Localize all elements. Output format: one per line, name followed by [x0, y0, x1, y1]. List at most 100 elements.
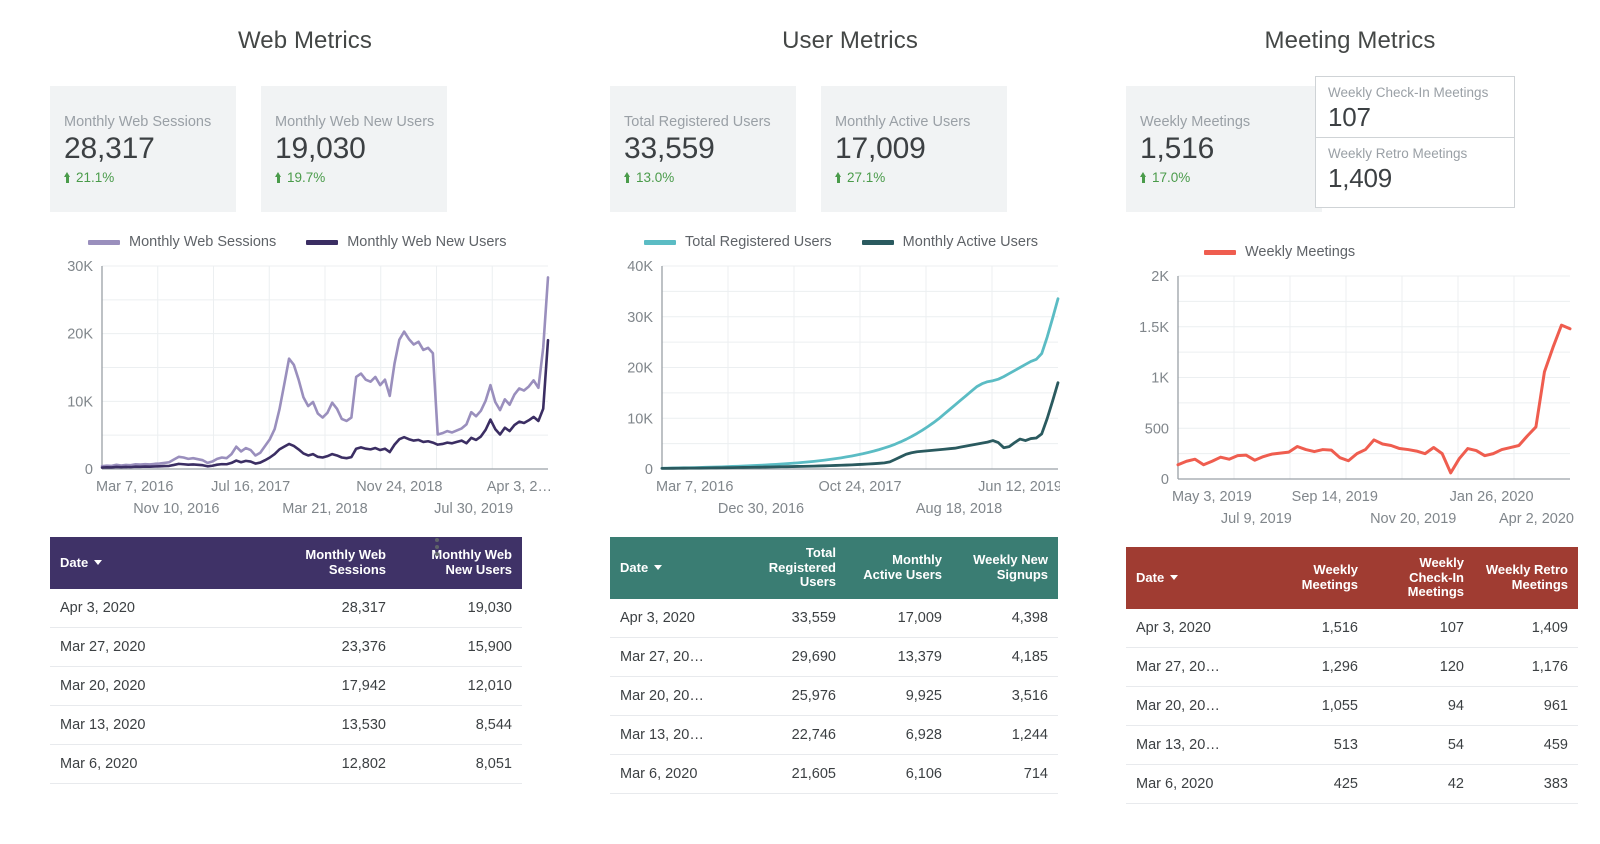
column-header-metric[interactable]: Weekly Retro Meetings	[1474, 547, 1578, 609]
cell-metric: 961	[1474, 686, 1578, 726]
panel-web-metrics: Web Metrics Monthly Web Sessions 28,317 …	[0, 0, 560, 844]
column-header-metric[interactable]: Weekly Meetings	[1256, 547, 1368, 609]
column-header-metric[interactable]: Monthly Web New Users	[396, 537, 522, 589]
scorecard-weekly-checkin-meetings[interactable]: Weekly Check-In Meetings 107	[1315, 76, 1515, 138]
column-header-date[interactable]: Date	[1126, 547, 1256, 609]
scorecard-row-user: Total Registered Users 33,559 13.0% Mont…	[610, 86, 1090, 212]
scorecard-monthly-web-new-users[interactable]: Monthly Web New Users 19,030 19.7%	[261, 86, 447, 212]
line-chart-svg: 0 10K 20K 30K 40K Mar 7, 2016 Dec 30, 2016 Oct …	[627, 259, 1060, 517]
column-header-date[interactable]: Date	[610, 537, 734, 599]
svg-text:Dec 30, 2016: Dec 30, 2016	[718, 501, 804, 517]
cell-date: Apr 3, 2020	[610, 598, 734, 638]
table-user-metrics[interactable]: Date Total Registered Users Monthly Active…	[610, 537, 1058, 794]
table-row[interactable]: Mar 13, 20… 22,746 6,928 1,244	[610, 715, 1058, 755]
table-row[interactable]: Mar 6, 2020 21,605 6,106 714	[610, 754, 1058, 794]
table-row[interactable]: Apr 3, 2020 33,559 17,009 4,398	[610, 598, 1058, 638]
legend-item[interactable]: Monthly Active Users	[861, 234, 1038, 250]
legend-item[interactable]: Total Registered Users	[644, 234, 832, 250]
table-row[interactable]: Mar 13, 2020 13,530 8,544	[50, 705, 522, 745]
cell-metric: 54	[1368, 725, 1474, 765]
arrow-up-icon	[1140, 172, 1147, 184]
chart-meeting-metrics[interactable]: 0 500 1K 1.5K 2K May 3, 2019 Jul 9, 2019 Sep 14…	[1126, 266, 1600, 531]
cell-metric: 513	[1256, 725, 1368, 765]
table-meeting-metrics[interactable]: Date Weekly Meetings Weekly Check-In Meeti…	[1126, 547, 1578, 804]
table-row[interactable]: Mar 20, 20… 1,055 94 961	[1126, 686, 1578, 726]
cell-date: Mar 6, 2020	[50, 744, 260, 784]
panel-meeting-metrics: Meeting Metrics Weekly Meetings 1,516 17…	[1090, 0, 1600, 844]
scorecard-value: 19,030	[275, 131, 366, 165]
sort-descending-icon[interactable]	[94, 559, 103, 565]
chart-legend-meeting: Weekly Meetings	[1126, 244, 1600, 260]
arrow-up-icon	[275, 172, 282, 184]
scorecard-value: 1,516	[1140, 131, 1215, 165]
cell-metric: 383	[1474, 764, 1578, 804]
cell-date: Mar 13, 20…	[1126, 725, 1256, 765]
svg-text:2K: 2K	[1151, 269, 1169, 285]
scorecard-label: Monthly Active Users	[835, 113, 971, 130]
table-header-row: Date Monthly Web Sessions Monthly Web New …	[50, 537, 522, 589]
scorecard-row-web: Monthly Web Sessions 28,317 21.1% Monthl…	[50, 86, 560, 212]
svg-text:May 3, 2019: May 3, 2019	[1172, 489, 1252, 505]
scorecard-delta-value: 13.0%	[636, 170, 675, 186]
sort-descending-icon[interactable]	[1170, 574, 1179, 580]
cell-metric: 714	[952, 754, 1058, 794]
table-row[interactable]: Mar 6, 2020 425 42 383	[1126, 764, 1578, 804]
table-row[interactable]: Mar 27, 20… 29,690 13,379 4,185	[610, 637, 1058, 677]
table-web-metrics-wrap: Date Monthly Web Sessions Monthly Web New …	[50, 537, 560, 784]
column-header-date[interactable]: Date	[50, 537, 260, 589]
cell-date: Mar 27, 20…	[1126, 647, 1256, 687]
column-header-metric[interactable]: Monthly Web Sessions	[260, 537, 396, 589]
table-row[interactable]: Mar 13, 20… 513 54 459	[1126, 725, 1578, 765]
legend-item[interactable]: Monthly Web New Users	[306, 234, 507, 250]
column-header-metric[interactable]: Monthly Active Users	[846, 537, 952, 599]
svg-text:0: 0	[645, 462, 653, 478]
column-header-metric[interactable]: Weekly New Signups	[952, 537, 1058, 599]
column-header-metric[interactable]: Total Registered Users	[734, 537, 846, 599]
table-web-metrics[interactable]: Date Monthly Web Sessions Monthly Web New …	[50, 537, 522, 784]
scorecard-label: Monthly Web New Users	[275, 113, 435, 130]
table-row[interactable]: Apr 3, 2020 28,317 19,030	[50, 589, 522, 628]
column-header-metric[interactable]: Weekly Check-In Meetings	[1368, 547, 1474, 609]
cell-metric: 1,409	[1474, 608, 1578, 648]
scorecard-delta: 17.0%	[1140, 170, 1322, 185]
legend-swatch-icon	[1204, 249, 1236, 255]
chart-user-metrics[interactable]: 0 10K 20K 30K 40K Mar 7, 2016 Dec 30, 2016 Oct …	[610, 256, 1090, 521]
scorecard-label: Weekly Meetings	[1140, 113, 1251, 130]
cell-date: Apr 3, 2020	[50, 589, 260, 628]
scorecard-weekly-retro-meetings[interactable]: Weekly Retro Meetings 1,409	[1315, 138, 1515, 208]
table-row[interactable]: Mar 20, 2020 17,942 12,010	[50, 666, 522, 706]
svg-text:Apr 3, 2…: Apr 3, 2…	[487, 479, 550, 495]
scorecard-row-meeting: Weekly Meetings 1,516 17.0% Weekly Check…	[1126, 76, 1600, 212]
chart-options-menu-icon[interactable]	[435, 538, 439, 556]
legend-item[interactable]: Monthly Web Sessions	[88, 234, 276, 250]
cell-metric: 120	[1368, 647, 1474, 687]
svg-text:40K: 40K	[627, 259, 653, 275]
svg-text:Nov 10, 2016: Nov 10, 2016	[133, 501, 219, 517]
scorecard-monthly-active-users[interactable]: Monthly Active Users 17,009 27.1%	[821, 86, 1007, 212]
table-row[interactable]: Mar 20, 20… 25,976 9,925 3,516	[610, 676, 1058, 716]
arrow-up-icon	[624, 172, 631, 184]
cell-metric: 4,398	[952, 598, 1058, 638]
scorecard-label: Weekly Retro Meetings	[1328, 146, 1468, 161]
chart-web-metrics[interactable]: 0 10K 20K 30K Mar 7, 2016 Nov 10, 2016 Jul 16,…	[50, 256, 560, 521]
scorecard-monthly-web-sessions[interactable]: Monthly Web Sessions 28,317 21.1%	[50, 86, 236, 212]
arrow-up-icon	[835, 172, 842, 184]
table-row[interactable]: Mar 27, 20… 1,296 120 1,176	[1126, 647, 1578, 687]
arrow-up-icon	[64, 172, 71, 184]
legend-item[interactable]: Weekly Meetings	[1204, 244, 1355, 260]
cell-metric: 1,296	[1256, 647, 1368, 687]
scorecard-delta-value: 19.7%	[287, 170, 326, 186]
table-row[interactable]: Apr 3, 2020 1,516 107 1,409	[1126, 608, 1578, 648]
cell-date: Mar 20, 20…	[610, 676, 734, 716]
svg-text:1K: 1K	[1151, 371, 1169, 387]
cell-metric: 28,317	[260, 589, 396, 628]
table-row[interactable]: Mar 6, 2020 12,802 8,051	[50, 744, 522, 784]
scorecard-total-registered-users[interactable]: Total Registered Users 33,559 13.0%	[610, 86, 796, 212]
scorecard-weekly-meetings[interactable]: Weekly Meetings 1,516 17.0%	[1126, 86, 1322, 212]
sort-descending-icon[interactable]	[654, 564, 663, 570]
scorecard-value: 28,317	[64, 131, 155, 165]
scorecard-stack: Weekly Check-In Meetings 107 Weekly Retr…	[1315, 76, 1515, 208]
table-row[interactable]: Mar 27, 2020 23,376 15,900	[50, 627, 522, 667]
svg-text:30K: 30K	[67, 259, 93, 275]
cell-date: Mar 27, 20…	[610, 637, 734, 677]
